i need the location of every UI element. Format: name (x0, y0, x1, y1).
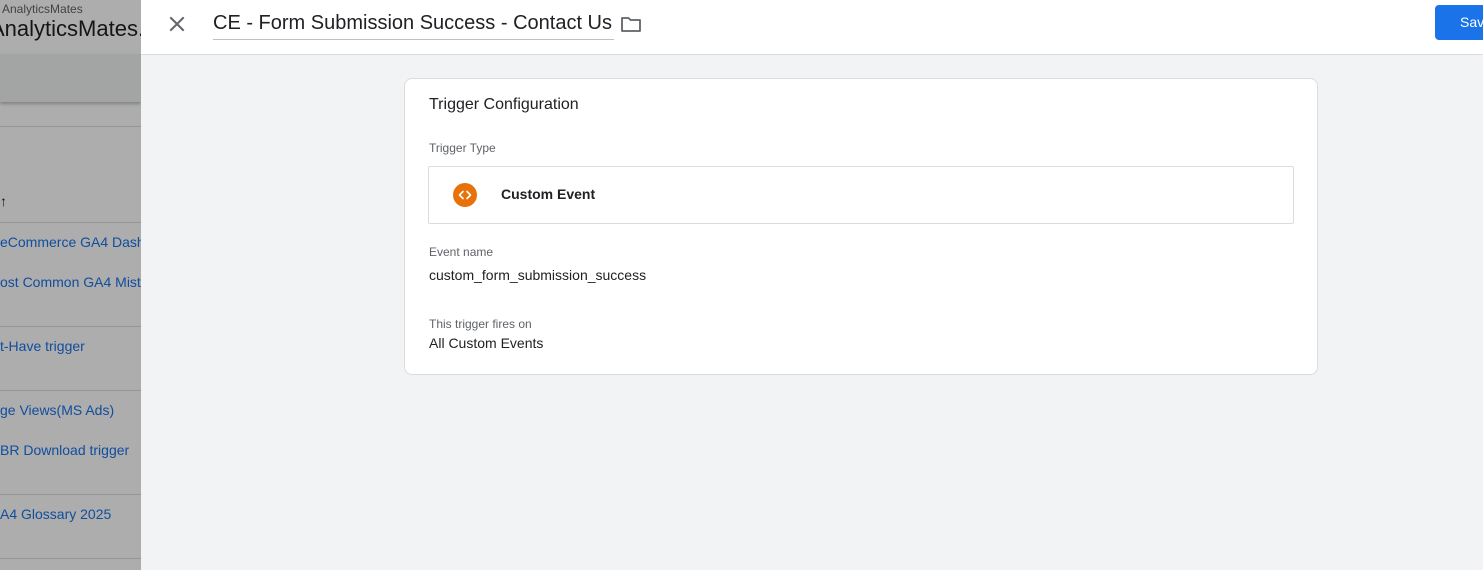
close-button[interactable] (163, 10, 191, 38)
trigger-configuration-card: Trigger Configuration Trigger Type Custo… (404, 78, 1318, 375)
trigger-name-field[interactable]: CE - Form Submission Success - Contact U… (213, 8, 614, 40)
close-icon (169, 16, 185, 32)
folder-icon (621, 17, 641, 32)
panel-header: CE - Form Submission Success - Contact U… (141, 0, 1483, 55)
trigger-type-label: Trigger Type (429, 141, 496, 155)
save-button[interactable]: Save (1435, 5, 1483, 40)
trigger-name: CE - Form Submission Success - Contact U… (213, 12, 612, 34)
fires-on-value: All Custom Events (429, 335, 544, 351)
event-name-value: custom_form_submission_success (429, 267, 647, 283)
background-page: AnalyticsMates AnalyticsMates.c ↑ eComme… (0, 0, 141, 570)
card-title: Trigger Configuration (429, 96, 579, 113)
fires-on-label: This trigger fires on (429, 317, 532, 331)
trigger-type-selector[interactable]: Custom Event (428, 166, 1294, 224)
modal-scrim[interactable] (0, 0, 141, 570)
event-name-label: Event name (429, 245, 494, 259)
folder-button[interactable] (619, 12, 643, 36)
custom-event-icon (453, 183, 477, 207)
trigger-editor-panel: CE - Form Submission Success - Contact U… (141, 0, 1483, 570)
trigger-type-value: Custom Event (501, 186, 596, 202)
